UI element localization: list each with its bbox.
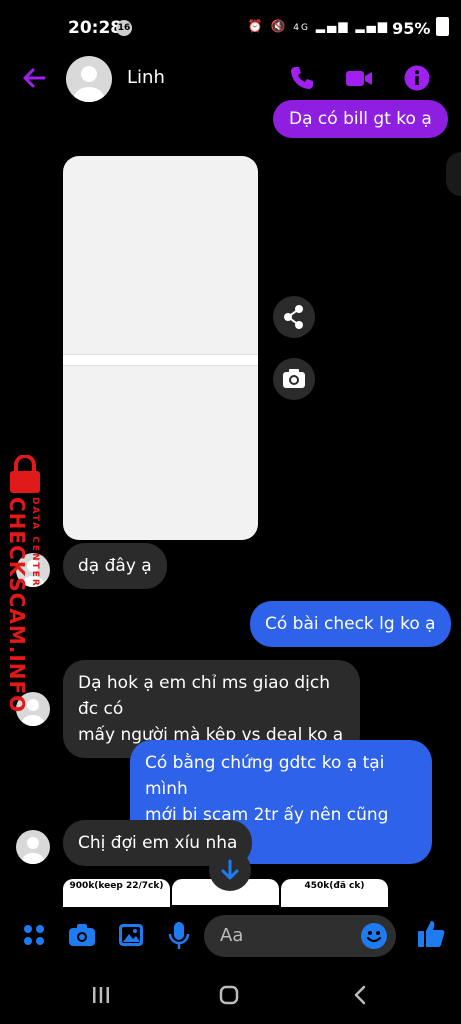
mute-icon: 🔇	[270, 19, 288, 33]
battery-percent: 95%	[392, 19, 431, 38]
scroll-handle[interactable]	[446, 152, 461, 196]
watermark-brand: CHECKSCAM.INFO	[5, 497, 29, 714]
arrow-down-icon	[221, 859, 239, 880]
recent-apps-icon[interactable]	[91, 985, 111, 1005]
watermark: CHECKSCAM.INFO DATA CENTER	[2, 455, 48, 713]
watermark-subtitle: DATA CENTER	[30, 497, 40, 588]
preview-card[interactable]: 900k(keep 22/7ck)	[63, 879, 170, 907]
message-input-placeholder: Aa	[220, 925, 244, 946]
phone-call-icon[interactable]	[288, 64, 316, 92]
battery-icon	[436, 17, 449, 36]
lock-logo-icon	[10, 455, 40, 493]
status-time: 20:28	[68, 18, 123, 38]
sender-avatar[interactable]	[16, 830, 50, 864]
thumbs-up-icon[interactable]	[417, 919, 445, 949]
scroll-to-bottom-button[interactable]	[209, 849, 251, 891]
system-nav-bar	[0, 975, 461, 1024]
save-image-button[interactable]	[273, 358, 315, 400]
message-incoming[interactable]: dạ đây ạ	[63, 543, 167, 589]
gallery-icon[interactable]	[118, 923, 144, 947]
notification-count-badge: 16	[116, 20, 132, 36]
message-line: Có bằng chứng gdtc ko ạ tại mình	[145, 753, 385, 799]
image-screenshot-strip	[63, 354, 258, 366]
battery-level: 95%	[392, 17, 449, 38]
more-apps-icon[interactable]	[21, 922, 47, 948]
camera-icon[interactable]	[67, 922, 97, 948]
video-call-icon[interactable]	[345, 64, 373, 92]
system-back-icon[interactable]	[350, 984, 370, 1006]
message-outgoing[interactable]: Dạ có bill gt ko ạ	[273, 100, 448, 138]
contact-name[interactable]: Linh	[127, 67, 165, 88]
status-bar: 20:28 16 ⏰ 🔇 4G ▂▄▆ ▂▄▆ 95%	[0, 0, 461, 56]
share-icon	[284, 305, 303, 329]
home-icon[interactable]	[218, 984, 240, 1006]
info-icon[interactable]	[403, 64, 431, 92]
preview-card-title: 900k(keep 22/7ck)	[69, 881, 164, 891]
preview-card[interactable]: 450k(đã ck)	[281, 879, 388, 907]
back-arrow-icon[interactable]	[20, 64, 48, 92]
camera-icon	[283, 369, 305, 388]
chat-header: Linh	[0, 56, 461, 104]
message-input[interactable]: Aa	[204, 915, 396, 957]
signal-icon: ▂▄▆	[315, 19, 350, 33]
network-type: 4G	[293, 23, 310, 33]
emoji-icon[interactable]	[360, 922, 388, 950]
share-button[interactable]	[273, 296, 315, 338]
message-outgoing[interactable]: Có bài check lg ko ạ	[250, 601, 451, 647]
preview-card-title: 450k(đã ck)	[304, 881, 365, 891]
microphone-icon[interactable]	[168, 921, 190, 951]
status-icons: ⏰ 🔇 4G ▂▄▆ ▂▄▆	[248, 19, 389, 33]
contact-avatar[interactable]	[66, 56, 112, 102]
shared-image[interactable]	[63, 156, 258, 540]
alarm-icon: ⏰	[247, 19, 265, 33]
message-line: Dạ hok ạ em chỉ ms giao dịch đc có	[78, 673, 331, 719]
signal-icon-2: ▂▄▆	[355, 19, 389, 33]
